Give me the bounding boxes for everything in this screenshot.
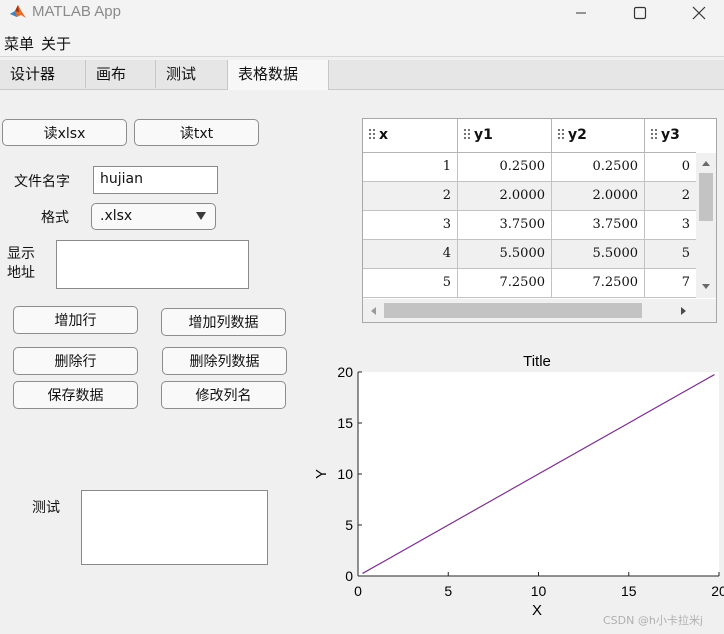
address-label-line1: 显示 <box>7 246 35 262</box>
y-tick-label: 0 <box>345 568 353 584</box>
scroll-right-icon[interactable] <box>680 306 688 316</box>
read-txt-button[interactable]: 读txt <box>134 119 259 146</box>
data-table[interactable]: x y1 y2 y3 1 0.2500 0.2500 0 2 2.0000 2.0000 2 3… <box>362 118 717 323</box>
table-cell[interactable]: 1 <box>363 153 458 182</box>
save-data-button[interactable]: 保存数据 <box>13 381 138 409</box>
close-icon <box>692 6 706 20</box>
table-cell[interactable]: 0.2500 <box>552 153 645 182</box>
table-cell[interactable]: 2.0000 <box>458 182 552 211</box>
rename-column-button[interactable]: 修改列名 <box>161 381 286 409</box>
title-bar: MATLAB App <box>0 0 724 30</box>
tab-strip: 设计器 画布 测试 表格数据 <box>0 60 724 90</box>
address-textarea[interactable] <box>56 240 249 289</box>
format-label: 格式 <box>41 210 69 226</box>
x-tick-label: 20 <box>711 583 724 599</box>
tab-test[interactable]: 测试 <box>156 60 228 88</box>
minimize-icon <box>576 12 586 14</box>
test-label: 测试 <box>32 500 60 516</box>
table-cell[interactable]: 3 <box>645 211 696 240</box>
x-tick-label: 0 <box>354 583 362 599</box>
y-axis-label: Y <box>313 469 330 479</box>
add-row-button[interactable]: 增加行 <box>13 306 138 334</box>
horizontal-scrollbar[interactable] <box>363 299 716 322</box>
tab-table-data[interactable]: 表格数据 <box>227 60 329 90</box>
filename-input[interactable]: hujian <box>93 166 218 194</box>
vertical-scrollbar[interactable] <box>696 153 716 298</box>
table-cell[interactable]: 3.7500 <box>458 211 552 240</box>
x-tick-label: 10 <box>531 583 547 599</box>
menu-item-main[interactable]: 菜单 <box>4 33 34 54</box>
table-cell[interactable]: 2 <box>363 182 458 211</box>
table-cell[interactable]: 5.5000 <box>458 240 552 269</box>
read-xlsx-button[interactable]: 读xlsx <box>2 119 127 146</box>
x-tick-label: 15 <box>621 583 637 599</box>
menu-bar: 菜单 关于 <box>0 30 724 57</box>
maximize-icon <box>633 6 647 20</box>
tab-canvas[interactable]: 画布 <box>86 60 156 88</box>
maximize-button[interactable] <box>617 0 663 26</box>
line-chart: Title 0 5 10 15 20 0 5 10 15 20 X Y <box>313 353 724 619</box>
table-cell[interactable]: 7 <box>645 269 696 298</box>
vertical-scroll-thumb[interactable] <box>699 173 713 221</box>
filename-label: 文件名字 <box>14 174 70 190</box>
chart-title: Title <box>523 353 551 370</box>
x-axis-label: X <box>532 602 542 619</box>
table-cell[interactable]: 7.2500 <box>458 269 552 298</box>
drag-handle-icon <box>557 128 564 140</box>
drag-handle-icon <box>463 128 470 140</box>
matlab-logo-icon <box>10 5 26 18</box>
table-cell[interactable]: 0.2500 <box>458 153 552 182</box>
horizontal-scroll-thumb[interactable] <box>384 303 642 318</box>
scroll-left-icon[interactable] <box>370 306 378 316</box>
y-tick-label: 10 <box>337 466 353 482</box>
y-tick-label: 15 <box>337 415 353 431</box>
menu-item-about[interactable]: 关于 <box>41 33 71 54</box>
table-cell[interactable]: 3.7500 <box>552 211 645 240</box>
format-select-value: .xlsx <box>100 208 133 224</box>
address-label-line2: 地址 <box>7 265 35 281</box>
y-tick-label: 20 <box>337 364 353 380</box>
minimize-button[interactable] <box>558 0 604 26</box>
add-column-button[interactable]: 增加列数据 <box>161 308 286 336</box>
table-cell[interactable]: 7.2500 <box>552 269 645 298</box>
column-header-y1[interactable]: y1 <box>458 119 552 153</box>
column-header-y2[interactable]: y2 <box>552 119 645 153</box>
table-cell[interactable]: 4 <box>363 240 458 269</box>
table-cell[interactable]: 5 <box>363 269 458 298</box>
delete-row-button[interactable]: 删除行 <box>13 347 138 375</box>
table-cell[interactable]: 5 <box>645 240 696 269</box>
column-header-y3[interactable]: y3 <box>645 119 696 153</box>
scroll-up-icon[interactable] <box>701 159 711 167</box>
table-cell[interactable]: 5.5000 <box>552 240 645 269</box>
drag-handle-icon <box>650 128 657 140</box>
table-cell[interactable]: 2.0000 <box>552 182 645 211</box>
table-cell[interactable]: 3 <box>363 211 458 240</box>
close-button[interactable] <box>676 0 722 26</box>
table-cell[interactable]: 0 <box>645 153 696 182</box>
window-title: MATLAB App <box>32 3 121 20</box>
table-cell[interactable]: 2 <box>645 182 696 211</box>
y-tick-label: 5 <box>345 517 353 533</box>
watermark: CSDN @h小卡拉米j <box>603 614 703 627</box>
scroll-down-icon[interactable] <box>701 283 711 291</box>
drag-handle-icon <box>368 128 375 140</box>
format-select[interactable]: .xlsx <box>91 203 216 230</box>
chevron-down-icon <box>196 212 206 220</box>
tab-designer[interactable]: 设计器 <box>0 60 86 88</box>
column-header-x[interactable]: x <box>363 119 458 153</box>
delete-column-button[interactable]: 删除列数据 <box>162 347 287 375</box>
test-textarea[interactable] <box>81 490 268 565</box>
x-tick-label: 5 <box>444 583 452 599</box>
